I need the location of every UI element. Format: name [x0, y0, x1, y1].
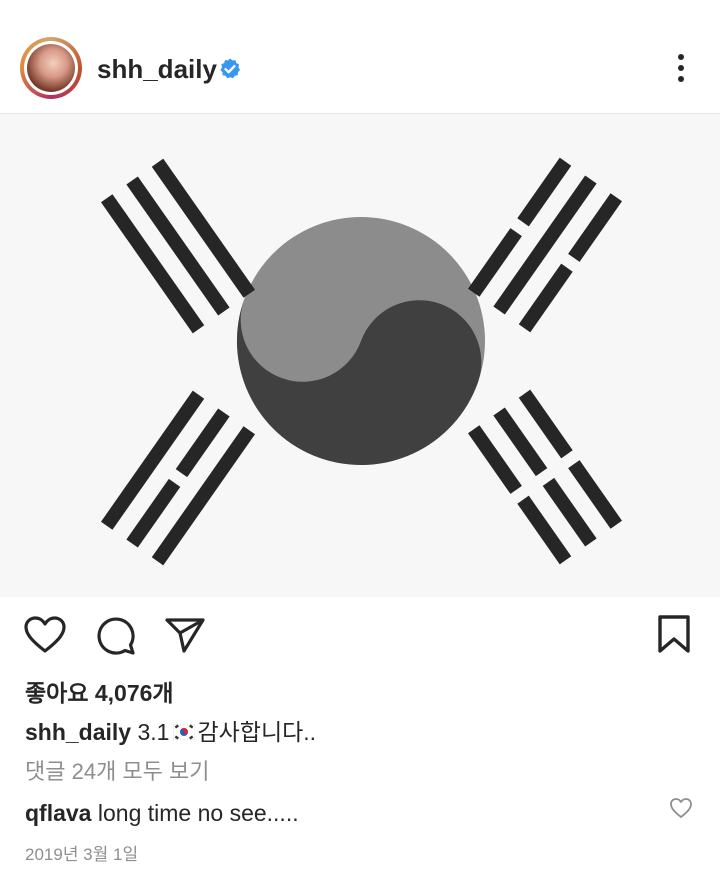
comment-username[interactable]: qflava: [25, 800, 91, 826]
post-username[interactable]: shh_daily: [97, 52, 217, 86]
post-header: shh_daily: [0, 0, 720, 113]
avatar[interactable]: [20, 37, 82, 99]
likes-count[interactable]: 좋아요 4,076개: [25, 678, 174, 708]
caption-text-after: 감사합니다..: [197, 719, 317, 745]
post-date: 2019년 3월 1일: [25, 845, 139, 864]
avatar-photo: [27, 44, 75, 92]
send-icon[interactable]: [164, 616, 206, 654]
action-bar: [0, 596, 720, 666]
taegukgi-flag: [0, 114, 720, 597]
more-vertical-icon[interactable]: [666, 50, 696, 86]
comment-like-icon[interactable]: [669, 797, 693, 819]
caption: shh_daily 3.1 감사합니다..: [25, 716, 316, 748]
heart-icon[interactable]: [24, 616, 66, 654]
comment-item: qflava long time no see.....: [25, 797, 299, 829]
caption-username[interactable]: shh_daily: [25, 719, 131, 745]
flag-south-korea-icon: [173, 723, 196, 740]
comment-icon[interactable]: [96, 616, 136, 656]
bookmark-icon[interactable]: [656, 614, 692, 654]
view-all-comments-link[interactable]: 댓글 24개 모두 보기: [25, 757, 210, 787]
comment-text: long time no see.....: [97, 800, 299, 826]
caption-text: 3.1: [137, 719, 170, 745]
taeguk-symbol: [236, 217, 485, 466]
verified-badge-icon: [220, 58, 240, 79]
post-image[interactable]: [0, 113, 720, 597]
